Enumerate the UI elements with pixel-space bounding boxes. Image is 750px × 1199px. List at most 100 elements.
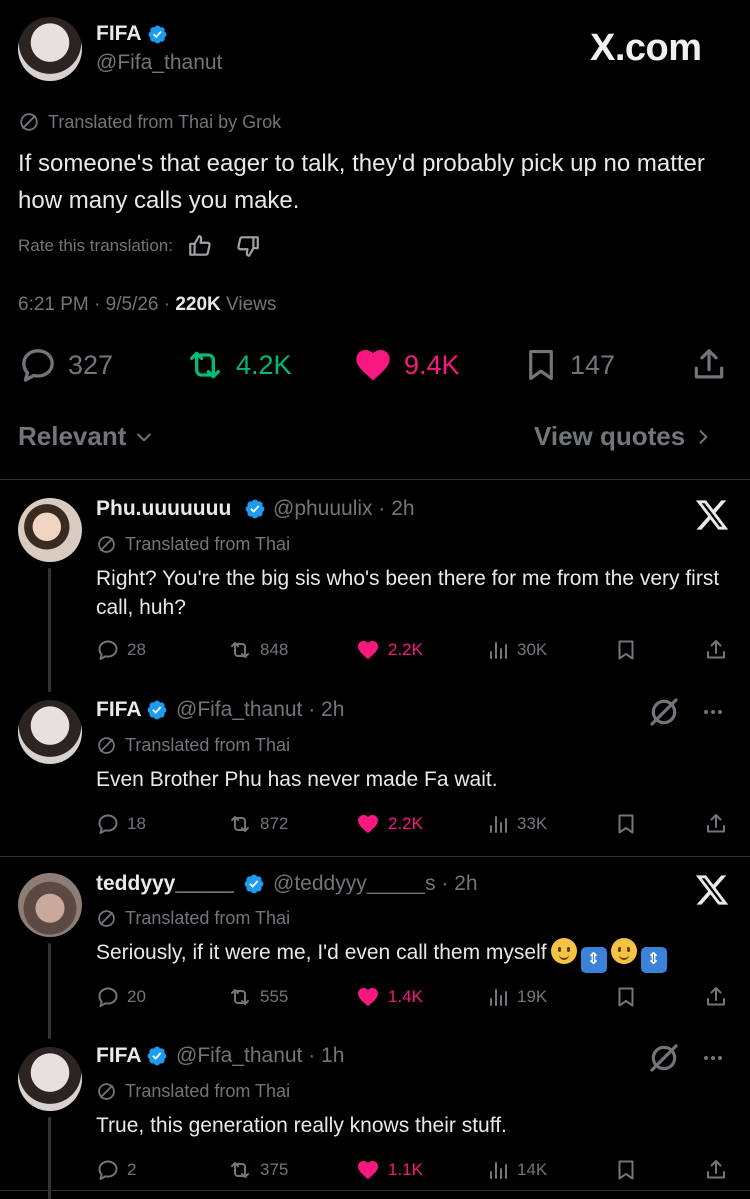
- reply-author-handle[interactable]: @Fifa_thanut · 1h: [176, 1044, 344, 1068]
- reply-icon: [96, 985, 120, 1009]
- avatar[interactable]: [18, 1047, 82, 1111]
- translation-label: Translated from Thai: [125, 1081, 291, 1101]
- post-timestamp[interactable]: 6:21 PM · 9/5/26 ·: [18, 294, 175, 315]
- avatar[interactable]: [18, 700, 82, 764]
- reply-author-handle[interactable]: @phuuulix · 2h: [273, 497, 415, 521]
- reply-author-handle[interactable]: @Fifa_thanut · 2h: [176, 698, 344, 722]
- views-action[interactable]: 30K: [486, 638, 547, 662]
- reply-action[interactable]: 20: [96, 985, 146, 1009]
- repost-action[interactable]: 848: [227, 638, 288, 662]
- views-icon: [486, 1158, 510, 1182]
- reply-icon: [96, 638, 120, 662]
- avatar[interactable]: [18, 17, 82, 81]
- views-count: 30K: [517, 640, 548, 659]
- reply-text: Seriously, if it were me, I'd even call …: [96, 938, 746, 973]
- repost-icon: [227, 812, 253, 836]
- share-icon[interactable]: [690, 345, 728, 385]
- reply-author-name[interactable]: FIFA: [96, 698, 142, 722]
- like-action[interactable]: 2.2K: [355, 638, 423, 662]
- bookmark-icon[interactable]: [614, 985, 638, 1009]
- repost-icon: [227, 1158, 253, 1182]
- up-down-arrow-emoji-icon: ⇕: [640, 947, 667, 973]
- sort-dropdown[interactable]: Relevant: [18, 421, 154, 452]
- verified-badge-icon: [146, 699, 168, 721]
- repost-count: 4.2K: [236, 349, 292, 380]
- heart-icon: [355, 985, 381, 1009]
- bookmark-icon[interactable]: [614, 1158, 638, 1182]
- more-icon[interactable]: [698, 1046, 728, 1070]
- translation-notice: Translated from Thai: [96, 908, 290, 929]
- views-action[interactable]: 19K: [486, 985, 547, 1009]
- like-action[interactable]: 9.4K: [352, 345, 460, 385]
- translate-icon: [96, 534, 117, 555]
- views-label: Views: [220, 294, 277, 315]
- heart-icon: [355, 638, 381, 662]
- reply-action[interactable]: 2: [96, 1158, 136, 1182]
- avatar[interactable]: [18, 498, 82, 562]
- repost-count: 872: [260, 814, 289, 833]
- reply-author-name[interactable]: Phu.uuuuuuu: [96, 497, 231, 521]
- reply-count: 18: [127, 814, 146, 833]
- reply-action[interactable]: 18: [96, 812, 146, 836]
- chevron-right-icon: [699, 429, 708, 444]
- thumbs-down-icon[interactable]: [235, 233, 261, 259]
- repost-action[interactable]: 872: [227, 812, 288, 836]
- views-action[interactable]: 14K: [486, 1158, 547, 1182]
- repost-action[interactable]: 4.2K: [184, 345, 292, 385]
- up-down-arrow-emoji-icon: ⇕: [580, 947, 607, 973]
- like-count: 2.2K: [388, 640, 423, 659]
- reply-text: True, this generation really knows their…: [96, 1114, 507, 1137]
- x-logo-icon[interactable]: [694, 497, 730, 533]
- divider: [0, 479, 750, 480]
- like-action[interactable]: 1.1K: [355, 1158, 423, 1182]
- share-icon[interactable]: [704, 984, 728, 1010]
- translation-label: Translated from Thai: [125, 735, 291, 755]
- post-text: If someone's that eager to talk, they'd …: [18, 150, 705, 214]
- reply-action[interactable]: 327: [18, 345, 113, 385]
- like-action[interactable]: 2.2K: [355, 812, 423, 836]
- reply-author-name[interactable]: FIFA: [96, 1044, 142, 1068]
- verified-badge-icon: [146, 1045, 168, 1067]
- sort-label: Relevant: [18, 421, 127, 451]
- repost-action[interactable]: 375: [227, 1158, 288, 1182]
- views-action[interactable]: 33K: [486, 812, 547, 836]
- views-count: 220K: [175, 294, 221, 315]
- more-icon[interactable]: [698, 700, 728, 724]
- x-logo-icon[interactable]: [694, 872, 730, 908]
- reply-icon: [96, 1158, 120, 1182]
- repost-count: 848: [260, 640, 289, 659]
- reply-text: Right? You're the big sis who's been the…: [96, 567, 720, 619]
- divider: [0, 856, 750, 857]
- reply-author-name[interactable]: teddyyy_____: [96, 872, 234, 896]
- reply-text: Even Brother Phu has never made Fa wait.: [96, 768, 498, 791]
- thumbs-up-icon[interactable]: [187, 233, 213, 259]
- translation-label: Translated from Thai by Grok: [48, 111, 282, 132]
- views-icon: [486, 638, 510, 662]
- share-icon[interactable]: [704, 1157, 728, 1183]
- bookmark-action[interactable]: 147: [522, 345, 615, 385]
- share-icon[interactable]: [704, 637, 728, 663]
- divider: [0, 1190, 750, 1191]
- reply-icon: [18, 345, 58, 385]
- post-meta: 6:21 PM · 9/5/26 · 220K Views: [18, 294, 276, 316]
- like-action[interactable]: 1.4K: [355, 985, 423, 1009]
- avatar[interactable]: [18, 873, 82, 937]
- view-quotes-link[interactable]: View quotes: [534, 421, 713, 452]
- author-name[interactable]: FIFA: [96, 22, 142, 46]
- bookmark-icon[interactable]: [614, 638, 638, 662]
- like-count: 1.4K: [388, 987, 423, 1006]
- share-icon[interactable]: [704, 811, 728, 837]
- grok-icon[interactable]: [648, 1042, 680, 1074]
- bookmark-icon[interactable]: [614, 812, 638, 836]
- repost-action[interactable]: 555: [227, 985, 288, 1009]
- views-count: 33K: [517, 814, 548, 833]
- reply-action[interactable]: 28: [96, 638, 146, 662]
- reply-count: 2: [127, 1160, 137, 1179]
- reply-count: 28: [127, 640, 146, 659]
- translate-icon: [18, 111, 40, 133]
- bookmark-icon: [522, 345, 560, 385]
- reply-author-handle[interactable]: @teddyyy_____s · 2h: [273, 872, 478, 896]
- like-count: 2.2K: [388, 814, 423, 833]
- grok-icon[interactable]: [648, 696, 680, 728]
- author-handle[interactable]: @Fifa_thanut: [96, 51, 222, 75]
